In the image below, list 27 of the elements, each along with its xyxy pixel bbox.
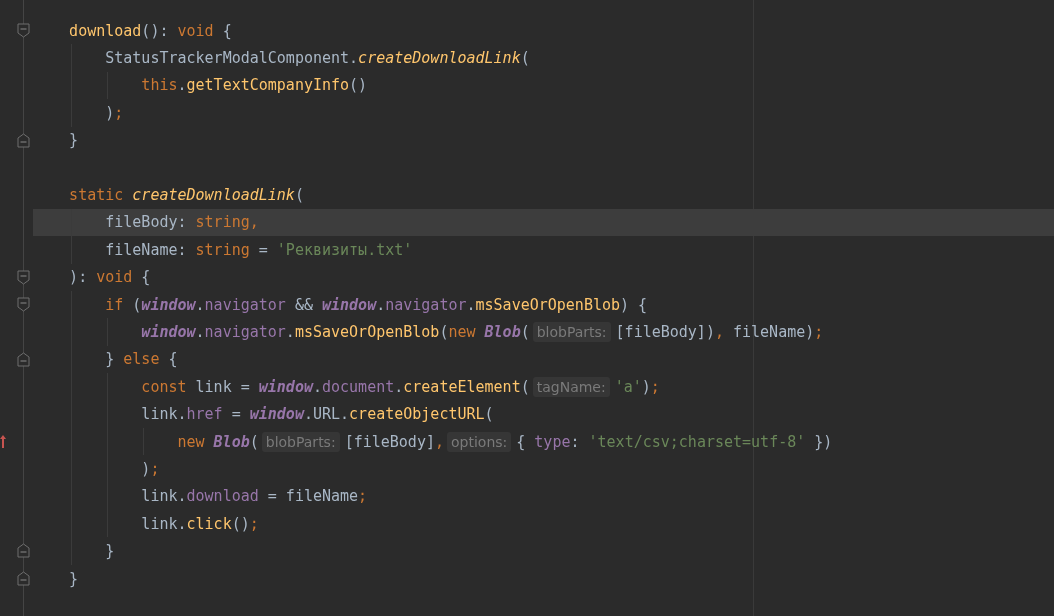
fold-start-icon[interactable]	[17, 23, 30, 38]
fold-start-icon[interactable]	[17, 269, 30, 285]
code-line: const link = window.document.createElement( tagName: 'a');	[141, 376, 660, 397]
code-line: }	[69, 568, 79, 589]
code-line: fileName: string = 'Реквизиты.txt'	[105, 239, 413, 260]
code-line: link.download = fileName;	[141, 486, 368, 507]
code-line: );	[105, 102, 124, 123]
code-line: StatusTrackerModalComponent.createDownloadLink(	[105, 48, 530, 69]
code-line: link.click();	[141, 513, 259, 534]
code-line: ): void {	[69, 267, 151, 288]
code-line: } else {	[105, 349, 178, 370]
fold-end-icon[interactable]	[17, 570, 30, 586]
fold-end-icon[interactable]	[17, 351, 30, 367]
code-line: fileBody: string,	[105, 212, 259, 233]
fold-end-icon[interactable]	[17, 132, 30, 148]
code-line: download(): void {	[69, 20, 232, 41]
code-line: link.href = window.URL.createObjectURL(	[141, 404, 494, 425]
code-line: );	[141, 458, 160, 479]
code-line: new Blob( blobParts: [fileBody], options: { type: 'text/csv;charset=utf-8' })	[177, 431, 833, 452]
code-line: }	[105, 541, 115, 562]
code-line: static createDownloadLink(	[69, 185, 304, 206]
code-line: this.getTextCompanyInfo()	[141, 75, 368, 96]
code-line: }	[69, 130, 79, 151]
fold-start-icon[interactable]	[17, 296, 30, 312]
code-line: window.navigator.msSaveOrOpenBlob(new Blob( blobParts: [fileBody]), fileName);	[141, 322, 824, 342]
code-line: if (window.navigator && window.navigator.msSaveOrOpenBlob) {	[105, 294, 648, 315]
fold-end-icon[interactable]	[17, 543, 30, 559]
